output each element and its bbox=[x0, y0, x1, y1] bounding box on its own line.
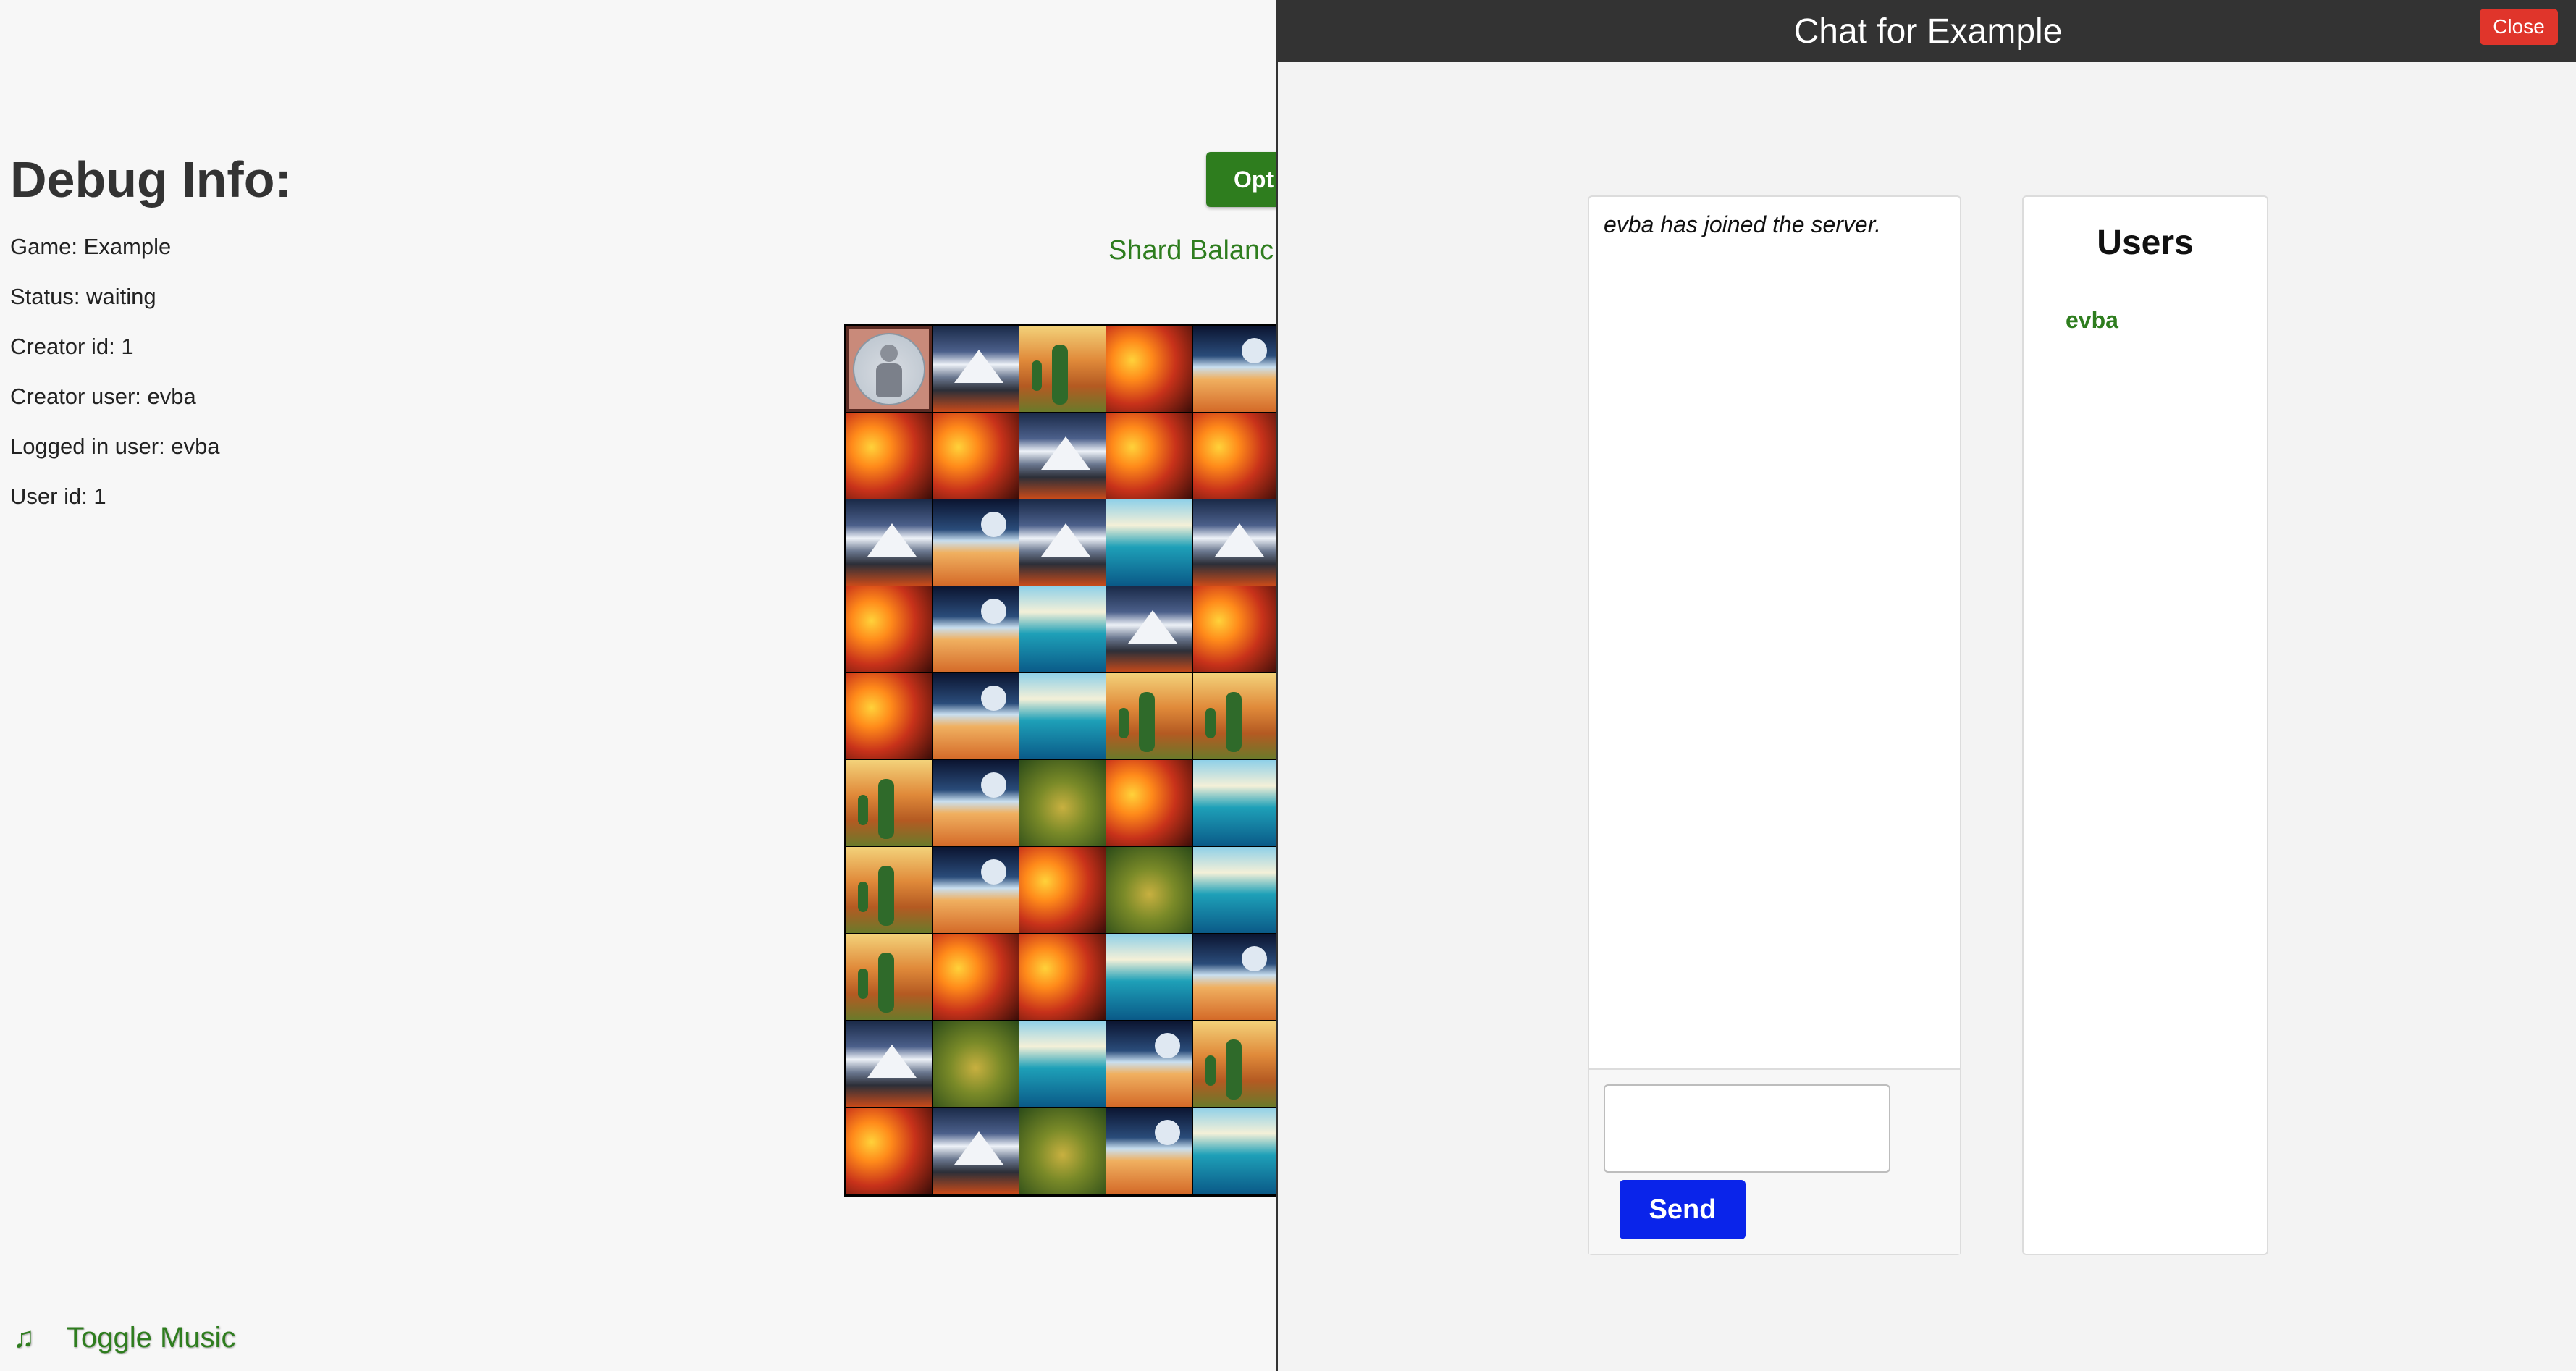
wave-tile[interactable] bbox=[1019, 586, 1106, 672]
desert-tile[interactable] bbox=[933, 673, 1019, 759]
debug-user-id: User id: 1 bbox=[10, 484, 106, 509]
wave-tile[interactable] bbox=[1106, 934, 1192, 1020]
wave-tile[interactable] bbox=[1193, 760, 1279, 846]
desert-tile[interactable] bbox=[1193, 934, 1279, 1020]
close-button[interactable]: Close bbox=[2480, 9, 2558, 45]
volcano-tile[interactable] bbox=[1019, 499, 1106, 586]
wave-tile[interactable] bbox=[1106, 499, 1192, 586]
music-note-icon: ♫ bbox=[13, 1322, 35, 1354]
chat-panel: Chat for Example Close evba has joined t… bbox=[1276, 0, 2576, 1371]
wave-tile[interactable] bbox=[1019, 673, 1106, 759]
desert-tile[interactable] bbox=[933, 847, 1019, 933]
player-tile[interactable] bbox=[846, 326, 932, 412]
grass-tile[interactable] bbox=[1019, 1108, 1106, 1194]
lava-tile[interactable] bbox=[1019, 934, 1106, 1020]
desert-tile[interactable] bbox=[1193, 326, 1279, 412]
lava-tile[interactable] bbox=[1106, 326, 1192, 412]
cactus-tile[interactable] bbox=[1019, 326, 1106, 412]
users-panel: Users evba bbox=[2022, 195, 2268, 1255]
chat-message: evba has joined the server. bbox=[1604, 211, 1882, 237]
cactus-tile[interactable] bbox=[1193, 673, 1279, 759]
lava-tile[interactable] bbox=[933, 413, 1019, 499]
volcano-tile[interactable] bbox=[933, 1108, 1019, 1194]
toggle-music-label: Toggle Music bbox=[67, 1322, 236, 1354]
debug-logged-in-user: Logged in user: evba bbox=[10, 434, 220, 459]
user-list-item[interactable]: evba bbox=[2066, 307, 2118, 334]
cactus-tile[interactable] bbox=[846, 847, 932, 933]
wave-tile[interactable] bbox=[1019, 1021, 1106, 1107]
lava-tile[interactable] bbox=[933, 934, 1019, 1020]
grass-tile[interactable] bbox=[1106, 847, 1192, 933]
desert-tile[interactable] bbox=[933, 586, 1019, 672]
lava-tile[interactable] bbox=[846, 673, 932, 759]
chat-header: Chat for Example bbox=[1278, 0, 2576, 62]
users-title: Users bbox=[2097, 224, 2194, 262]
volcano-tile[interactable] bbox=[846, 499, 932, 586]
lava-tile[interactable] bbox=[1193, 586, 1279, 672]
debug-creator-user: Creator user: evba bbox=[10, 384, 196, 409]
volcano-tile[interactable] bbox=[1193, 499, 1279, 586]
volcano-tile[interactable] bbox=[1019, 413, 1106, 499]
volcano-tile[interactable] bbox=[933, 326, 1019, 412]
desert-tile[interactable] bbox=[1106, 1108, 1192, 1194]
grass-tile[interactable] bbox=[933, 1021, 1019, 1107]
grass-tile[interactable] bbox=[1019, 760, 1106, 846]
lava-tile[interactable] bbox=[846, 413, 932, 499]
cactus-tile[interactable] bbox=[1193, 1021, 1279, 1107]
chat-messages: evba has joined the server. Send bbox=[1588, 195, 1961, 1255]
shard-balance: Shard Balanc bbox=[1108, 235, 1274, 266]
chat-title: Chat for Example bbox=[1793, 12, 2063, 51]
wave-tile[interactable] bbox=[1193, 847, 1279, 933]
lava-tile[interactable] bbox=[846, 1108, 932, 1194]
send-button[interactable]: Send bbox=[1620, 1180, 1746, 1239]
desert-tile[interactable] bbox=[933, 499, 1019, 586]
player-avatar bbox=[853, 333, 925, 405]
cactus-tile[interactable] bbox=[846, 760, 932, 846]
chat-composer: Send bbox=[1589, 1068, 1960, 1254]
lava-tile[interactable] bbox=[1106, 413, 1192, 499]
debug-info: Debug Info: Game: Example Status: waitin… bbox=[10, 152, 292, 535]
lava-tile[interactable] bbox=[1106, 760, 1192, 846]
debug-title: Debug Info: bbox=[10, 151, 292, 208]
volcano-tile[interactable] bbox=[846, 1021, 932, 1107]
lava-tile[interactable] bbox=[1019, 847, 1106, 933]
volcano-tile[interactable] bbox=[1106, 586, 1192, 672]
toggle-music-button[interactable]: ♫ Toggle Music bbox=[13, 1322, 235, 1354]
desert-tile[interactable] bbox=[933, 760, 1019, 846]
cactus-tile[interactable] bbox=[1106, 673, 1192, 759]
chat-input[interactable] bbox=[1604, 1084, 1890, 1173]
lava-tile[interactable] bbox=[846, 586, 932, 672]
wave-tile[interactable] bbox=[1193, 1108, 1279, 1194]
game-board[interactable] bbox=[844, 324, 1296, 1197]
debug-creator-id: Creator id: 1 bbox=[10, 334, 134, 359]
desert-tile[interactable] bbox=[1106, 1021, 1192, 1107]
debug-game: Game: Example bbox=[10, 234, 172, 259]
lava-tile[interactable] bbox=[1193, 413, 1279, 499]
debug-status: Status: waiting bbox=[10, 284, 156, 309]
cactus-tile[interactable] bbox=[846, 934, 932, 1020]
